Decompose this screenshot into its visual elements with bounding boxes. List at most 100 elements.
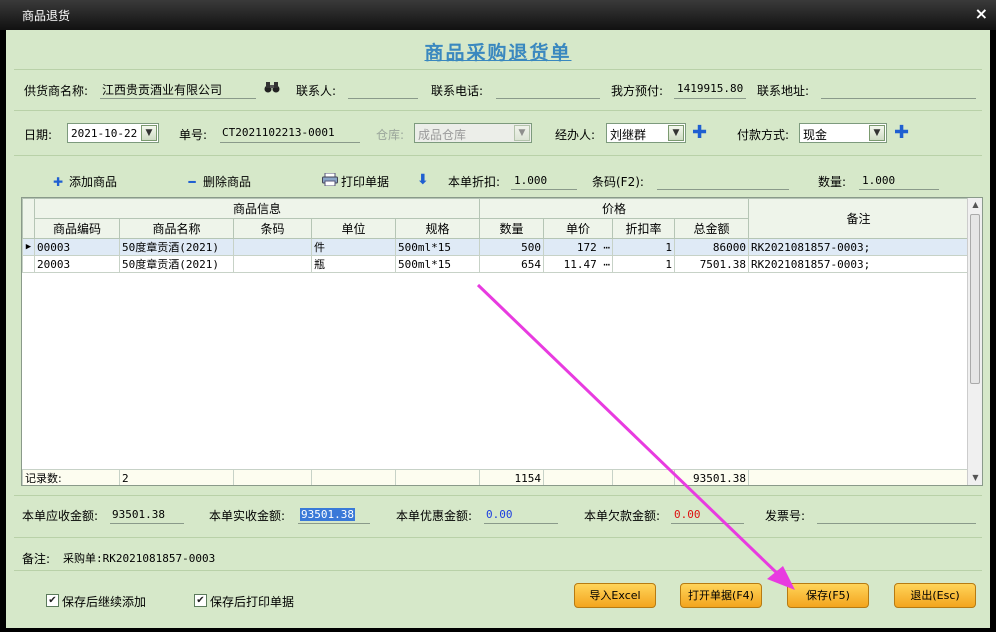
actual-field[interactable]: 93501.38 [300, 508, 355, 521]
record-count-value: 2 [119, 469, 234, 485]
price-value: 172 [576, 240, 597, 254]
more-icon[interactable]: ⋯ [603, 258, 610, 271]
receivable-label: 本单应收金额: [22, 509, 99, 523]
page-title: 商品采购退货单 [424, 42, 572, 64]
import-excel-button[interactable]: 导入Excel [574, 583, 656, 608]
receivable-field[interactable]: 93501.38 [112, 508, 165, 521]
row-indicator-header [22, 198, 35, 239]
address-label: 联系地址: [757, 84, 810, 98]
handler-label: 经办人: [555, 128, 596, 142]
chevron-down-icon[interactable]: ▼ [668, 125, 684, 141]
cell-unit[interactable]: 瓶 [311, 255, 396, 273]
print-after-save-label: 保存后打印单据 [210, 595, 295, 609]
discount-amount-field[interactable]: 0.00 [486, 508, 513, 521]
close-icon[interactable]: × [975, 4, 988, 23]
delete-product-label: 删除商品 [203, 175, 252, 189]
column-header[interactable]: 规格 [394, 218, 481, 239]
invoice-label: 发票号: [765, 509, 806, 523]
actual-value: 93501.38 [300, 508, 355, 521]
row-pointer-icon: ▶ [22, 238, 35, 256]
column-header[interactable]: 条码 [233, 218, 312, 239]
cell-qty[interactable]: 500 [479, 238, 545, 256]
scroll-up-icon[interactable]: ▲ [968, 198, 982, 212]
barcode-label: 条码(F2): [592, 175, 644, 189]
open-document-button[interactable]: 打开单据(F4) [680, 583, 762, 608]
arrow-down-icon[interactable]: ⬇ [417, 172, 429, 188]
add-handler-plus-icon[interactable]: ✚ [692, 124, 707, 142]
column-header[interactable]: 商品编码 [34, 218, 120, 239]
table-row[interactable]: ▶ 00003 50度章贡酒(2021) 件 500ml*15 500 172 … [22, 238, 970, 256]
remark-field[interactable]: 采购单:RK2021081857-0003 [63, 550, 215, 566]
column-header[interactable]: 数量 [479, 218, 545, 239]
scroll-down-icon[interactable]: ▼ [968, 471, 982, 485]
title-bar: 商品退货 × [0, 0, 996, 30]
column-header-remark[interactable]: 备注 [748, 198, 970, 239]
cell-remark[interactable]: RK2021081857-0003; [748, 238, 970, 256]
cell-price[interactable]: 11.47 ⋯ [543, 255, 614, 273]
add-product-label: 添加商品 [69, 175, 118, 189]
cell-barcode[interactable] [233, 255, 312, 273]
cell-remark[interactable]: RK2021081857-0003; [748, 255, 970, 273]
price-value: 11.47 [563, 257, 597, 271]
column-header[interactable]: 单价 [543, 218, 614, 239]
print-document-label: 打印单据 [341, 175, 390, 189]
save-button[interactable]: 保存(F5) [787, 583, 869, 608]
cell-code[interactable]: 20003 [34, 255, 120, 273]
quantity-field[interactable]: 1.000 [862, 174, 895, 187]
payment-select[interactable]: 现金 ▼ [799, 123, 887, 143]
cell-spec[interactable]: 500ml*15 [394, 255, 481, 273]
chevron-down-icon[interactable]: ▼ [869, 125, 885, 141]
table-row[interactable]: 20003 50度章贡酒(2021) 瓶 500ml*15 654 11.47 … [22, 255, 970, 273]
discount-label: 本单折扣: [448, 175, 501, 189]
continue-add-checkbox[interactable]: ✔ [46, 594, 59, 607]
actual-label: 本单实收金额: [209, 509, 286, 523]
print-after-save-checkbox[interactable]: ✔ [194, 594, 207, 607]
exit-button[interactable]: 退出(Esc) [894, 583, 976, 608]
warehouse-value: 成品仓库 [418, 128, 467, 142]
cell-qty[interactable]: 654 [479, 255, 545, 273]
window-title: 商品退货 [22, 9, 71, 23]
cell-spec[interactable]: 500ml*15 [394, 238, 481, 256]
printer-icon [322, 172, 338, 189]
supplier-field[interactable]: 江西贵贡酒业有限公司 [102, 81, 222, 98]
date-picker[interactable]: 2021-10-22 ▼ [67, 123, 159, 143]
print-document-button[interactable]: 打印单据 [322, 172, 390, 190]
chevron-down-icon[interactable]: ▼ [141, 125, 157, 141]
column-header[interactable]: 折扣率 [612, 218, 676, 239]
remark-label: 备注: [22, 552, 51, 566]
product-grid[interactable]: 商品信息 价格 备注 商品编码 商品名称 条码 单位 规格 数量 单价 折扣率 … [21, 197, 983, 486]
owed-field[interactable]: 0.00 [674, 508, 701, 521]
delete-product-button[interactable]: ━ 删除商品 [184, 173, 251, 190]
scroll-thumb[interactable] [970, 214, 980, 384]
group-header-price: 价格 [479, 198, 750, 219]
cell-total[interactable]: 7501.38 [674, 255, 750, 273]
cell-name[interactable]: 50度章贡酒(2021) [119, 238, 234, 256]
cell-barcode[interactable] [233, 238, 312, 256]
cell-unit[interactable]: 件 [311, 238, 396, 256]
cell-total[interactable]: 86000 [674, 238, 750, 256]
cell-discount[interactable]: 1 [612, 255, 676, 273]
vertical-scrollbar[interactable]: ▲ ▼ [967, 198, 982, 485]
date-label: 日期: [24, 128, 53, 142]
handler-value: 刘继群 [610, 128, 647, 142]
add-payment-plus-icon[interactable]: ✚ [894, 124, 909, 142]
discount-field[interactable]: 1.000 [514, 174, 547, 187]
column-header[interactable]: 总金额 [674, 218, 750, 239]
binoculars-icon[interactable] [264, 80, 280, 97]
column-header[interactable]: 商品名称 [119, 218, 234, 239]
cell-code[interactable]: 00003 [34, 238, 120, 256]
payment-value: 现金 [803, 128, 828, 142]
cell-price[interactable]: 172 ⋯ [543, 238, 614, 256]
add-product-button[interactable]: ✚ 添加商品 [50, 173, 117, 190]
supplier-label: 供货商名称: [24, 84, 89, 98]
column-header[interactable]: 单位 [311, 218, 396, 239]
prepay-field[interactable]: 1419915.80 [677, 82, 743, 95]
cell-discount[interactable]: 1 [612, 238, 676, 256]
cell-name[interactable]: 50度章贡酒(2021) [119, 255, 234, 273]
handler-select[interactable]: 刘继群 ▼ [606, 123, 686, 143]
product-table: 商品信息 价格 备注 商品编码 商品名称 条码 单位 规格 数量 单价 折扣率 … [22, 198, 970, 273]
more-icon[interactable]: ⋯ [603, 241, 610, 254]
order-no-field[interactable]: CT2021102213-0001 [222, 126, 335, 139]
owed-label: 本单欠款金额: [584, 509, 661, 523]
grid-footer: 记录数: 2 1154 93501.38 [22, 469, 969, 485]
